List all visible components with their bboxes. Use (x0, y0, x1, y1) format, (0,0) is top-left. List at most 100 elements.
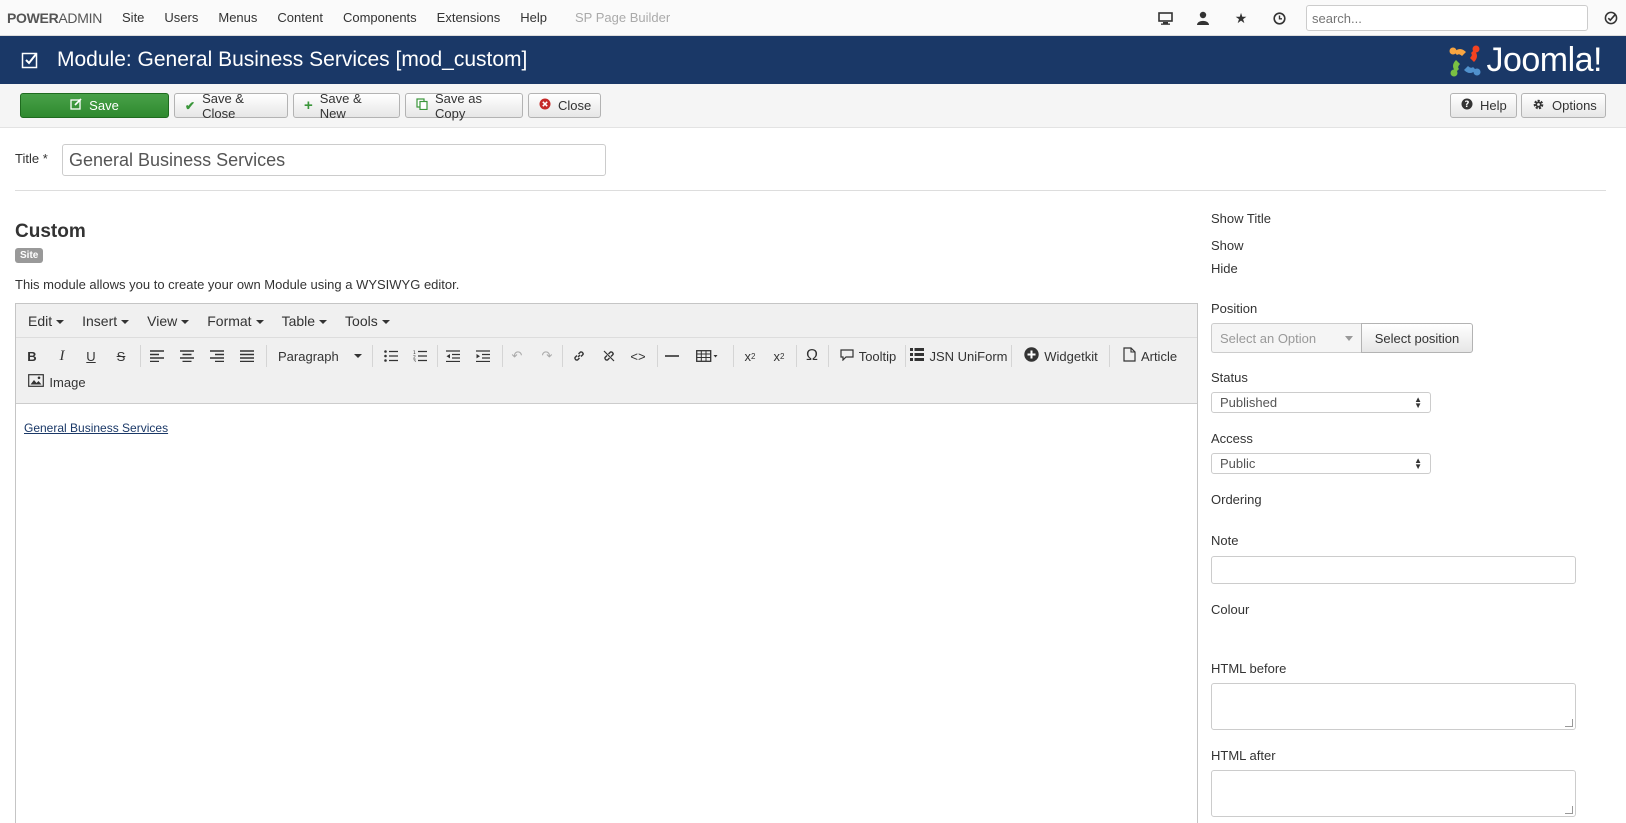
close-circle-icon (539, 98, 551, 113)
html-after-textarea[interactable] (1211, 770, 1576, 817)
menu-site[interactable]: Site (112, 10, 154, 25)
gear-icon (1532, 98, 1545, 114)
outdent-icon[interactable] (443, 344, 463, 368)
menu-components[interactable]: Components (333, 10, 427, 25)
note-input[interactable] (1211, 556, 1576, 584)
align-justify-icon[interactable] (237, 344, 257, 368)
editor-menu-view[interactable]: View (138, 313, 198, 329)
select-position-button[interactable]: Select position (1361, 323, 1473, 353)
star-icon[interactable]: ★ (1222, 0, 1260, 36)
checkbox-icon (20, 50, 40, 70)
access-label: Access (1211, 431, 1253, 446)
monitor-icon[interactable] (1146, 0, 1184, 36)
menu-menus[interactable]: Menus (208, 10, 267, 25)
bullet-list-icon[interactable] (381, 344, 401, 368)
title-label: Title * (15, 151, 48, 166)
position-label: Position (1211, 301, 1258, 316)
editor-content-area[interactable]: General Business Services (16, 404, 1197, 451)
redo-icon[interactable]: ↷ (537, 344, 557, 368)
strikethrough-icon[interactable]: S (111, 344, 131, 368)
table-icon[interactable] (692, 344, 724, 368)
checkin-icon[interactable] (1596, 0, 1626, 36)
menu-extensions[interactable]: Extensions (427, 10, 511, 25)
align-center-icon[interactable] (177, 344, 197, 368)
main-menu: Site Users Menus Content Components Exte… (112, 10, 680, 25)
caret-down-icon (1345, 335, 1353, 341)
menu-sp-page-builder[interactable]: SP Page Builder (565, 10, 680, 25)
colour-label: Colour (1211, 602, 1250, 617)
image-button[interactable]: Image (28, 370, 86, 394)
divider (15, 190, 1606, 191)
clock-icon[interactable] (1260, 0, 1298, 36)
show-title-label: Show Title (1211, 211, 1271, 226)
help-button[interactable]: ? Help (1450, 93, 1517, 118)
code-icon[interactable]: <> (628, 344, 648, 368)
numbered-list-icon[interactable]: 123 (410, 344, 430, 368)
top-navbar: POWERADMIN Site Users Menus Content Comp… (0, 0, 1626, 36)
html-before-label: HTML before (1211, 661, 1287, 676)
access-select[interactable]: Public ▲ ▼ (1211, 453, 1431, 474)
position-select[interactable]: Select an Option (1211, 323, 1361, 353)
save-copy-button[interactable]: Save as Copy (405, 91, 523, 121)
save-button[interactable]: Save (20, 93, 169, 118)
subscript-icon[interactable]: x2 (739, 344, 761, 368)
align-right-icon[interactable] (207, 344, 227, 368)
ordering-label: Ordering (1211, 492, 1262, 507)
special-character-icon[interactable]: Ω (802, 344, 822, 368)
widgetkit-button[interactable]: Widgetkit (1016, 344, 1106, 368)
editor-toolbar: B I U S Paragraph 123 ↶ ↷ <> x2 x2 Ω Too… (16, 338, 1197, 404)
title-input[interactable] (62, 144, 606, 176)
link-icon[interactable] (569, 344, 589, 368)
comment-icon (840, 348, 854, 364)
show-title-hide-option[interactable]: Hide (1211, 261, 1238, 276)
align-left-icon[interactable] (147, 344, 167, 368)
close-button[interactable]: Close (528, 93, 601, 118)
search-input[interactable] (1306, 5, 1588, 31)
updown-arrows-icon: ▲ ▼ (1414, 455, 1422, 471)
brand-logo[interactable]: POWERADMIN (7, 10, 102, 26)
save-new-button[interactable]: + Save & New (293, 91, 400, 121)
options-button[interactable]: Options (1521, 93, 1606, 118)
svg-text:3: 3 (413, 359, 416, 363)
svg-text:?: ? (1465, 100, 1470, 110)
tooltip-button[interactable]: Tooltip (834, 344, 902, 368)
horizontal-rule-icon[interactable] (662, 344, 682, 368)
jsn-uniform-button[interactable]: JSN UniForm (910, 344, 1008, 368)
plus-icon: + (304, 97, 313, 114)
status-select[interactable]: Published ▲ ▼ (1211, 392, 1431, 413)
editor-menu-edit[interactable]: Edit (19, 313, 73, 329)
menu-users[interactable]: Users (154, 10, 208, 25)
article-button[interactable]: Article (1114, 344, 1186, 368)
editor-menubar: Edit Insert View Format Table Tools (16, 304, 1197, 338)
module-description: This module allows you to create your ow… (15, 277, 460, 292)
content-link[interactable]: General Business Services (24, 421, 168, 435)
undo-icon[interactable]: ↶ (507, 344, 527, 368)
status-label: Status (1211, 370, 1248, 385)
save-close-button[interactable]: ✔ Save & Close (174, 91, 288, 121)
bold-icon[interactable]: B (22, 344, 42, 368)
image-icon (28, 374, 45, 390)
joomla-logo-icon (1449, 45, 1481, 76)
updown-arrows-icon: ▲ ▼ (1414, 394, 1422, 410)
wysiwyg-editor: Edit Insert View Format Table Tools B I … (15, 303, 1198, 823)
indent-icon[interactable] (473, 344, 493, 368)
module-type-heading: Custom (15, 221, 86, 242)
paragraph-format-select[interactable]: Paragraph (272, 344, 368, 368)
show-title-show-option[interactable]: Show (1211, 238, 1244, 253)
italic-icon[interactable]: I (52, 344, 72, 368)
toolbar: Save ✔ Save & Close + Save & New Save as… (0, 84, 1626, 128)
resize-handle-icon[interactable] (1565, 806, 1573, 814)
menu-help[interactable]: Help (510, 10, 557, 25)
editor-menu-table[interactable]: Table (273, 313, 336, 329)
resize-handle-icon[interactable] (1565, 719, 1573, 727)
editor-menu-tools[interactable]: Tools (336, 313, 399, 329)
caret-down-icon (354, 354, 362, 358)
editor-menu-format[interactable]: Format (198, 313, 272, 329)
editor-menu-insert[interactable]: Insert (73, 313, 138, 329)
underline-icon[interactable]: U (81, 344, 101, 368)
superscript-icon[interactable]: x2 (768, 344, 790, 368)
html-before-textarea[interactable] (1211, 683, 1576, 730)
user-icon[interactable] (1184, 0, 1222, 36)
menu-content[interactable]: Content (267, 10, 333, 25)
unlink-icon[interactable] (599, 344, 619, 368)
